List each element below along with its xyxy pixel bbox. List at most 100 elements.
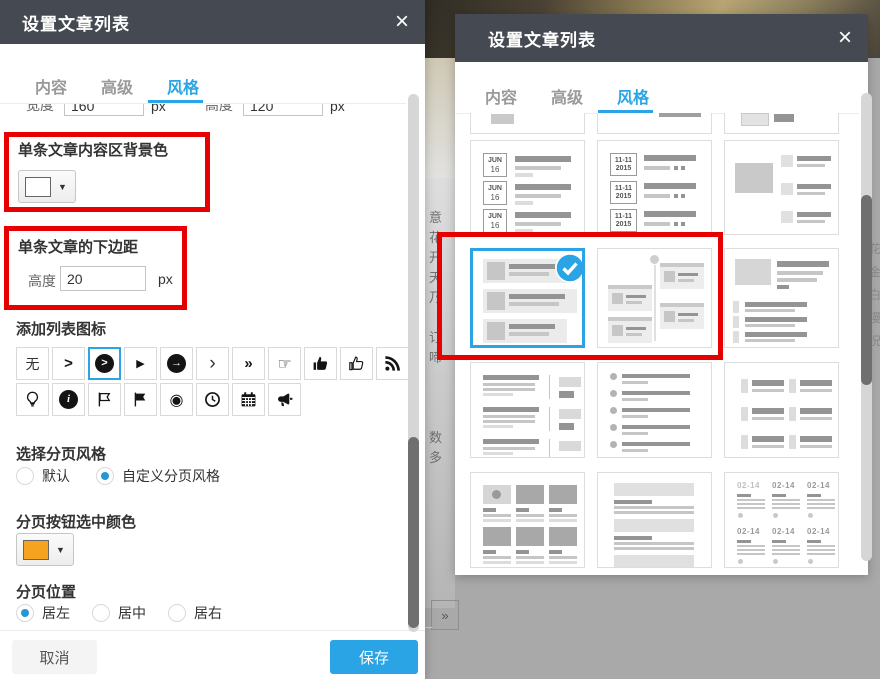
skeleton-shape [622, 381, 648, 384]
icon-option-info-circle[interactable]: i [52, 383, 85, 416]
icon-option-calendar[interactable] [232, 383, 265, 416]
skeleton-shape [678, 319, 694, 322]
position-option-left[interactable]: 居左 [16, 603, 70, 623]
icon-option-double-angle-right[interactable]: » [232, 347, 265, 380]
icon-option-dot-circle[interactable]: ◉ [160, 383, 193, 416]
radio-right[interactable] [168, 604, 186, 622]
thumbnail-style-two-column-compact[interactable] [724, 362, 839, 458]
radio-left[interactable] [16, 604, 34, 622]
cancel-button[interactable]: 取消 [12, 640, 97, 674]
skeleton-shape [733, 331, 739, 343]
skeleton-shape: JUN16 [483, 181, 507, 205]
close-icon[interactable]: × [838, 26, 852, 50]
skeleton-shape [800, 389, 832, 392]
chevron-circle-right-icon: > [95, 354, 114, 373]
icon-option-angle-right[interactable]: › [196, 347, 229, 380]
icon-option-bullhorn[interactable] [268, 383, 301, 416]
tab-advanced[interactable]: 高级 [551, 84, 583, 108]
skeleton-shape [737, 503, 765, 505]
pagination-color-section-title: 分页按钮选中颜色 [16, 511, 136, 532]
pagination-style-option-default[interactable]: 默认 [16, 466, 70, 486]
thumbnail-style-bullet-list[interactable] [597, 362, 712, 458]
skeleton-shape [610, 441, 617, 448]
position-option-center[interactable]: 居中 [92, 603, 146, 623]
thumbnail-style-image-plus-list[interactable] [724, 248, 839, 348]
pagination-style-option-custom[interactable]: 自定义分页风格 [96, 466, 220, 486]
pagination-color-picker[interactable]: ▼ [16, 533, 74, 566]
skeleton-shape [644, 194, 670, 198]
radio-center[interactable] [92, 604, 110, 622]
settings-dialog-right: 设置文章列表 × 内容 高级 风格 JUN16 JUN16 JUN16 11-1… [455, 14, 868, 575]
margin-height-input[interactable]: 20 [60, 266, 146, 291]
thumbnail-style-card-list-selected[interactable] [470, 248, 585, 348]
icon-option-chevron-right[interactable]: > [52, 347, 85, 380]
icon-option-flag-solid[interactable] [124, 383, 157, 416]
thumbnail-clipped-1[interactable] [470, 113, 585, 134]
skeleton-shape: JUN16 [483, 153, 507, 177]
skeleton-shape [797, 156, 831, 161]
skeleton-shape [774, 114, 794, 122]
thumbnail-style-big-image-left[interactable] [724, 140, 839, 235]
icon-option-clock[interactable] [196, 383, 229, 416]
double-angle-right-icon: » [244, 355, 252, 372]
save-button[interactable]: 保存 [330, 640, 418, 674]
bottom-margin-section-title: 单条文章的下边距 [18, 236, 138, 257]
skeleton-shape [549, 375, 550, 399]
thumbnail-style-date-grid[interactable]: 02-14 02-14 02-14 02-14 02-14 02-14 [724, 472, 839, 568]
skeleton-shape: 11-112015 [610, 153, 637, 176]
icon-option-caret-right[interactable]: ▶ [124, 347, 157, 380]
skeleton-shape [644, 166, 670, 170]
bg-color-picker[interactable]: ▼ [18, 170, 76, 203]
skeleton-shape [608, 285, 652, 311]
thumbnail-style-text-with-side-blocks[interactable] [470, 362, 585, 458]
rss-icon [384, 355, 401, 372]
dialog-header: 设置文章列表 × [455, 14, 868, 62]
icon-option-rss[interactable] [376, 347, 409, 380]
tab-content[interactable]: 内容 [485, 84, 517, 108]
skeleton-shape [789, 407, 796, 421]
clock-icon [204, 391, 221, 408]
cancel-label: 取消 [39, 647, 69, 668]
skeleton-shape [610, 424, 617, 431]
close-icon[interactable]: × [395, 10, 409, 34]
tab-style[interactable]: 风格 [167, 74, 199, 98]
background-obscured-text: 意 花 开 天 乃 订 啼 数 多 [429, 208, 445, 468]
icon-option-flag-outline[interactable] [88, 383, 121, 416]
pager-next-icon: » [441, 608, 448, 623]
icon-option-none[interactable]: 无 [16, 347, 49, 380]
skeleton-shape [483, 561, 511, 564]
skeleton-shape [733, 316, 739, 328]
skeleton-shape [745, 309, 795, 312]
icon-option-lightbulb[interactable] [16, 383, 49, 416]
skeleton-shape [516, 519, 544, 522]
thumbnail-style-date-jun-list[interactable]: JUN16 JUN16 JUN16 [470, 140, 585, 235]
skeleton-shape [509, 324, 555, 329]
tab-advanced[interactable]: 高级 [101, 74, 133, 98]
thumbnail-style-date-numeric-list[interactable]: 11-112015 11-112015 11-112015 [597, 140, 712, 235]
background-pager-next-button[interactable]: » [431, 600, 459, 630]
skeleton-shape [483, 289, 577, 313]
radio-custom[interactable] [96, 467, 114, 485]
icon-option-thumbs-up-solid[interactable] [304, 347, 337, 380]
thumbnail-style-image-grid[interactable] [470, 472, 585, 568]
skeleton-shape [807, 503, 835, 505]
skeleton-shape [752, 380, 784, 386]
icon-option-chevron-circle-right-selected[interactable]: > [88, 347, 121, 380]
tab-content[interactable]: 内容 [35, 74, 67, 98]
skeleton-shape [509, 264, 555, 269]
skeleton-shape [797, 212, 831, 217]
tab-style[interactable]: 风格 [617, 84, 649, 108]
left-dialog-scrollbar-thumb[interactable] [408, 437, 419, 628]
thumbnail-clipped-2[interactable] [597, 113, 712, 134]
position-option-right[interactable]: 居右 [168, 603, 222, 623]
right-dialog-scrollbar-thumb[interactable] [861, 195, 872, 385]
skeleton-shape [664, 271, 675, 282]
thumbnail-style-timeline[interactable] [597, 248, 712, 348]
chevron-down-icon: ▼ [58, 182, 67, 192]
radio-default[interactable] [16, 467, 34, 485]
thumbnail-style-stacked-articles[interactable] [597, 472, 712, 568]
thumbnail-clipped-3[interactable] [724, 113, 839, 134]
icon-option-thumbs-up-outline[interactable] [340, 347, 373, 380]
icon-option-arrow-circle-right[interactable]: → [160, 347, 193, 380]
icon-option-hand-point-right[interactable]: ☞ [268, 347, 301, 380]
